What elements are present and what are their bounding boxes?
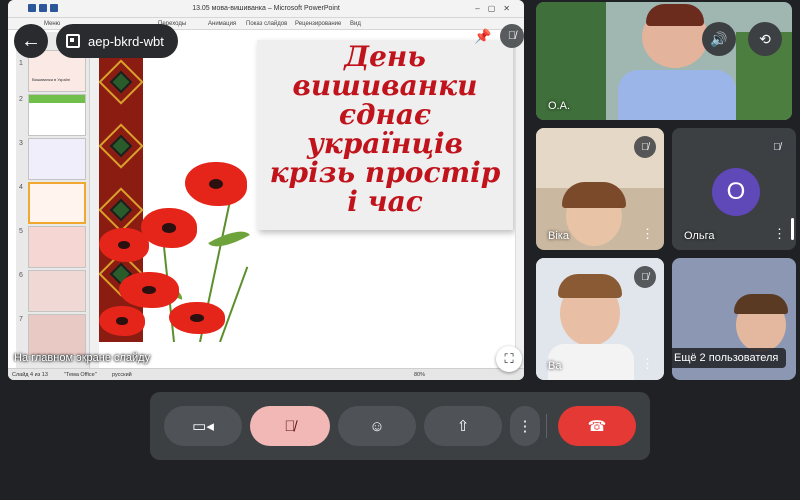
thumbs-scrollbar (90, 32, 99, 368)
end-call-icon: ☎ (587, 418, 607, 435)
teacher-shirt (618, 70, 736, 120)
thumb1-caption: Вишиванка в Україні (32, 77, 71, 82)
more-options-button[interactable]: ⋮ (510, 406, 540, 446)
tab-animation: Анимация (208, 21, 237, 27)
more-vert-icon: ⋮ (517, 418, 533, 435)
participant-tile-vika[interactable]: Віка ⋮ 🎙̸ (536, 128, 664, 250)
participant-tile-olga[interactable]: О Ольга ⋮ 🎙̸ (672, 128, 796, 250)
participant-name: О.А. (548, 100, 571, 112)
meeting-code-chip[interactable]: aep-bkrd-wbt (56, 24, 178, 58)
slide-thumb-6 (28, 270, 86, 312)
quick-access-toolbar (28, 4, 58, 12)
participant-name: Ольга (684, 230, 715, 242)
participant-name: Ва (548, 360, 562, 372)
fullscreen-icon: ⛶ (504, 351, 514, 366)
status-theme: "Тема Office" (64, 372, 97, 378)
switch-camera-icon: ⟲ (759, 30, 771, 47)
pp-window-title: 13.05 мова-вишиванка – Microsoft PowerPo… (192, 5, 340, 12)
thumb-number: 5 (19, 228, 23, 235)
child-hair (734, 294, 788, 314)
status-lang: русский (112, 372, 132, 378)
slide-thumbnails: 1 Вишиванка в Україні 2 3 4 5 6 7 (16, 32, 90, 368)
switch-camera-button[interactable]: ⟲ (748, 22, 782, 56)
mic-off-icon: 🎙̸ (766, 136, 788, 158)
thumb-number: 6 (19, 272, 23, 279)
pp-statusbar: Слайд 4 из 13 "Тема Office" русский 80% (8, 368, 524, 380)
presenter-mic-off-icon: 🎙̸ (500, 24, 524, 48)
reactions-button[interactable]: ☺ (338, 406, 416, 446)
avatar: О (712, 168, 760, 216)
arrow-left-icon: ← (21, 29, 41, 52)
back-button[interactable]: ← (14, 24, 48, 58)
fullscreen-button[interactable]: ⛶ (496, 346, 522, 372)
presenting-label: На главном экране слайду (14, 352, 151, 364)
participant-tile-oa[interactable]: О.А. 🔊 ⟲ (536, 2, 792, 120)
status-zoom: 80% (414, 372, 426, 378)
tab-menu: Меню (44, 21, 61, 27)
camera-button[interactable]: ▭◂ (164, 406, 242, 446)
more-vert-icon[interactable]: ⋮ (773, 226, 786, 242)
current-slide: День вишиванки єднає українців крізь про… (99, 32, 515, 342)
scrollbar[interactable] (791, 218, 794, 240)
status-slide: Слайд 4 из 13 (12, 372, 48, 378)
slide-headline: День вишиванки єднає українців крізь про… (269, 40, 501, 218)
slide-thumb-2 (28, 94, 86, 136)
more-users-label[interactable]: Ещё 2 пользователя (666, 348, 787, 368)
plant-background (536, 2, 606, 120)
call-controls: ▭◂ 🎙̸ ☺ ⇧ ⋮ ☎ (150, 392, 650, 460)
thumb-number: 3 (19, 140, 23, 147)
microphone-button[interactable]: 🎙̸ (250, 406, 330, 446)
mic-off-icon: 🎙̸ (284, 417, 296, 435)
slide-thumb-7 (28, 314, 86, 356)
teacher-hair (646, 4, 704, 26)
meet-window: 13.05 мова-вишиванка – Microsoft PowerPo… (0, 0, 800, 500)
end-call-button[interactable]: ☎ (558, 406, 636, 446)
separator (546, 414, 547, 438)
meeting-code: aep-bkrd-wbt (88, 33, 164, 49)
participant-name: Віка (548, 230, 569, 242)
more-vert-icon[interactable]: ⋮ (641, 226, 654, 242)
more-vert-icon[interactable]: ⋮ (641, 356, 654, 372)
child-hair (558, 274, 622, 298)
slide-thumb-5 (28, 226, 86, 268)
tab-view: Вид (350, 21, 361, 27)
pin-icon[interactable]: 📌 (474, 28, 491, 45)
tab-slideshow: Показ слайдов (246, 21, 288, 27)
thumb-number: 4 (19, 184, 23, 191)
present-button[interactable]: ⇧ (424, 406, 502, 446)
thumb-number: 7 (19, 316, 23, 323)
tab-review: Рецензирование (295, 21, 342, 27)
slide-scrollbar (515, 32, 524, 368)
child-hair (562, 182, 626, 208)
pp-titlebar: 13.05 мова-вишиванка – Microsoft PowerPo… (8, 0, 524, 18)
slide-thumb-3 (28, 138, 86, 180)
mic-off-icon: 🎙̸ (634, 136, 656, 158)
calendar-icon (66, 34, 80, 48)
thumb-number: 2 (19, 96, 23, 103)
present-screen-icon: ⇧ (456, 418, 470, 435)
volume-button[interactable]: 🔊 (702, 22, 736, 56)
thumb-number: 1 (19, 60, 23, 67)
camera-icon: ▭◂ (192, 418, 214, 435)
window-controls: –▢✕ (475, 4, 518, 13)
participant-tile-va[interactable]: Ва ⋮ 🎙̸ (536, 258, 664, 380)
mic-off-icon: 🎙̸ (634, 266, 656, 288)
emoji-icon: ☺ (369, 417, 385, 435)
slide-thumb-4 (28, 182, 86, 224)
volume-icon: 🔊 (710, 30, 728, 47)
